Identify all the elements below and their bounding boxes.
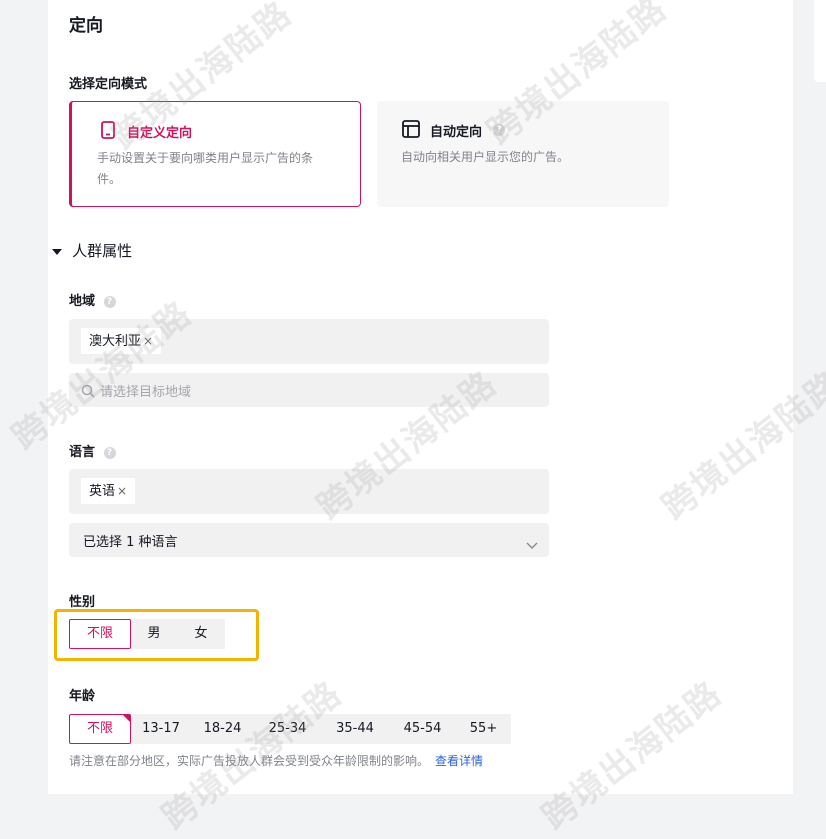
auto-targeting-desc: 自动向相关用户显示您的广告。	[401, 150, 570, 164]
mode-label: 选择定向模式	[69, 77, 148, 92]
language-tag-label: 英语	[89, 484, 116, 499]
layout-icon	[402, 120, 420, 142]
age-option-25-34[interactable]: 25-34	[254, 714, 321, 744]
region-label: 地域 ?	[69, 290, 116, 309]
language-selected-box[interactable]: 英语 ×	[69, 469, 549, 514]
age-option-any[interactable]: 不限	[69, 714, 131, 744]
region-tag: 澳大利亚 ×	[81, 328, 162, 354]
age-note-text: 请注意在部分地区，实际广告投放人群会受到受众年龄限制的影响。	[69, 754, 430, 768]
mobile-icon	[100, 121, 116, 143]
help-icon[interactable]: ?	[493, 124, 505, 136]
region-search-input[interactable]: 请选择目标地域	[69, 373, 549, 407]
chevron-down-icon	[526, 535, 538, 554]
help-icon[interactable]: ?	[103, 446, 116, 459]
age-option-any-label: 不限	[86, 721, 113, 736]
section-title: 定向	[69, 16, 103, 36]
language-select-value: 已选择 1 种语言	[83, 535, 178, 550]
auto-targeting-title: 自动定向	[430, 125, 483, 140]
custom-targeting-title: 自定义定向	[127, 126, 193, 141]
language-label: 语言 ?	[69, 441, 116, 460]
view-details-link[interactable]: 查看详情	[435, 754, 483, 768]
auto-targeting-card[interactable]: 自动定向 ? 自动向相关用户显示您的广告。	[377, 101, 669, 207]
gender-label: 性别	[69, 595, 96, 610]
highlight-frame	[54, 609, 259, 661]
region-search-placeholder: 请选择目标地域	[100, 385, 192, 400]
selected-corner-icon	[123, 715, 130, 722]
help-icon[interactable]: ?	[103, 295, 116, 308]
age-note: 请注意在部分地区，实际广告投放人群会受到受众年龄限制的影响。 查看详情	[69, 752, 483, 769]
audience-section-toggle[interactable]: 人群属性	[52, 240, 132, 261]
remove-tag-icon[interactable]: ×	[117, 484, 127, 498]
audience-title: 人群属性	[72, 242, 133, 260]
age-option-13-17[interactable]: 13-17	[131, 714, 191, 744]
custom-targeting-card[interactable]: 自定义定向 手动设置关于要向哪类用户显示广告的条件。	[69, 101, 361, 207]
language-select[interactable]: 已选择 1 种语言	[69, 523, 549, 557]
age-option-18-24[interactable]: 18-24	[191, 714, 254, 744]
side-panel	[814, 0, 826, 82]
region-label-text: 地域	[69, 294, 96, 309]
language-label-text: 语言	[69, 445, 96, 460]
language-tag: 英语 ×	[81, 478, 136, 504]
remove-tag-icon[interactable]: ×	[143, 334, 153, 348]
age-option-35-44[interactable]: 35-44	[321, 714, 389, 744]
age-option-45-54[interactable]: 45-54	[389, 714, 456, 744]
region-selected-box[interactable]: 澳大利亚 ×	[69, 319, 549, 364]
caret-down-icon	[52, 241, 62, 260]
age-label: 年龄	[69, 689, 96, 704]
age-option-55-plus[interactable]: 55+	[456, 714, 511, 744]
search-icon	[81, 383, 95, 402]
custom-targeting-desc: 手动设置关于要向哪类用户显示广告的条件。	[97, 151, 314, 186]
region-tag-label: 澳大利亚	[89, 334, 142, 349]
